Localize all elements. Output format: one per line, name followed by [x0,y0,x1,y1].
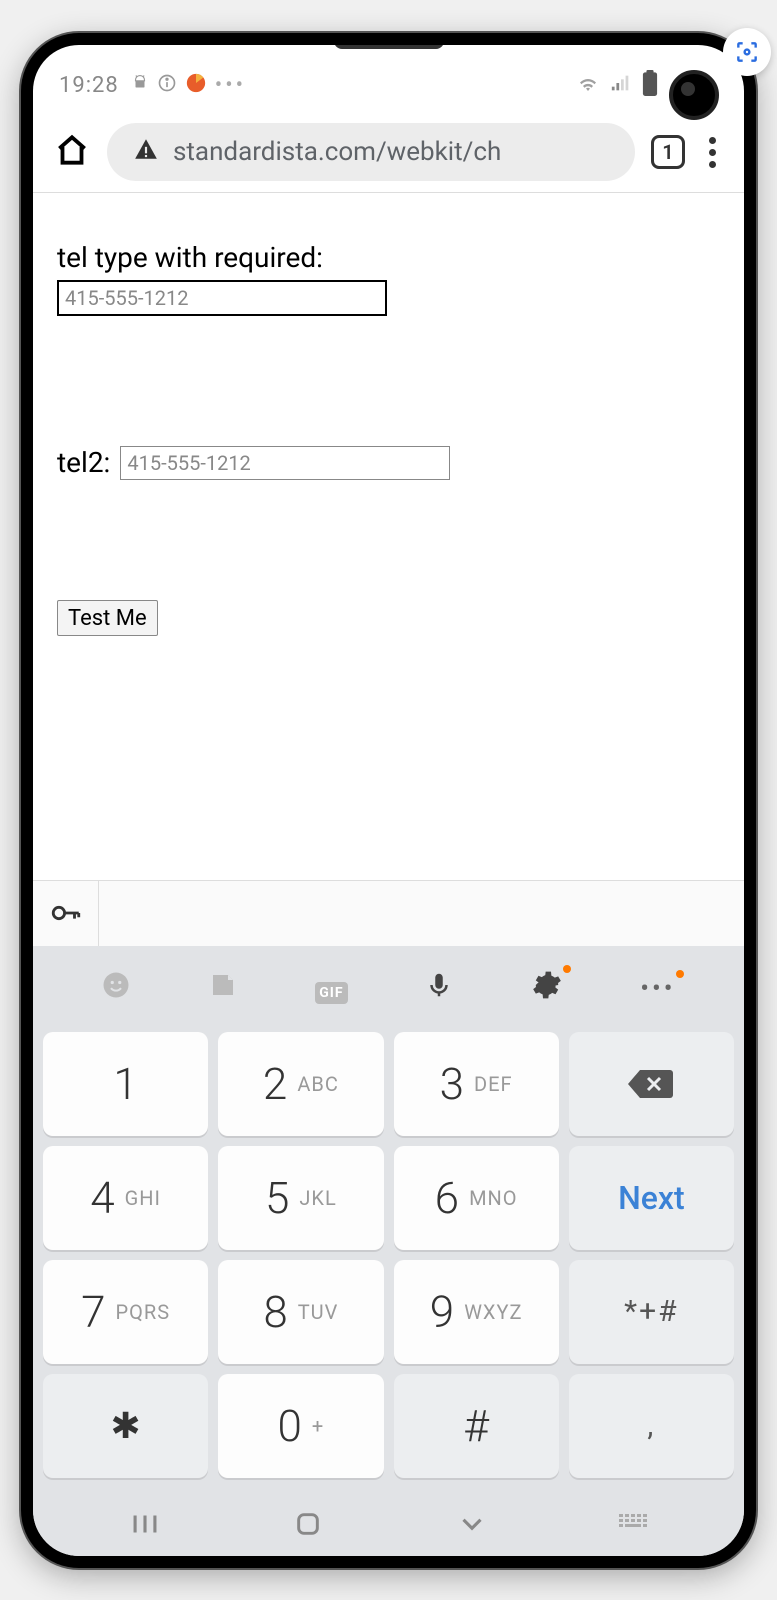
browser-icon [185,72,207,99]
key-next[interactable]: Next [569,1146,734,1250]
tel1-label: tel type with required: [57,241,720,274]
tabs-button[interactable]: 1 [651,135,685,169]
overflow-menu-icon[interactable] [701,137,724,168]
screen: 19:28 ••• standardist [33,45,744,1556]
page-content: tel type with required: 415-555-1212 tel… [33,193,744,880]
wifi-icon [576,71,600,101]
tel2-input[interactable]: 415-555-1212 [120,446,450,480]
recents-button[interactable] [128,1507,162,1545]
key-6[interactable]: 6MNO [394,1146,559,1250]
mic-icon[interactable] [424,968,454,1009]
status-more-icon: ••• [215,73,246,98]
keyboard-toolbar: GIF ••• [33,954,744,1024]
back-button[interactable] [455,1507,489,1545]
speaker-grille [334,45,444,49]
url-text: standardista.com/webkit/ch [173,137,501,167]
key-4[interactable]: 4GHI [43,1146,208,1250]
password-suggestion-bar[interactable] [33,880,744,946]
key-hash[interactable]: # [394,1374,559,1478]
key-icon[interactable] [33,881,99,946]
clock: 19:28 [59,73,119,98]
key-9[interactable]: 9WXYZ [394,1260,559,1364]
insecure-icon [133,136,159,169]
keyboard-more-icon[interactable]: ••• [640,974,675,1004]
sticker-icon[interactable] [208,970,238,1007]
key-star[interactable]: ✱ [43,1374,208,1478]
address-bar[interactable]: standardista.com/webkit/ch [107,123,635,181]
android-icon [131,74,149,97]
battery-icon [642,70,658,102]
key-0[interactable]: 0+ [218,1374,383,1478]
system-nav-bar [33,1496,744,1556]
test-me-button[interactable]: Test Me [57,600,158,636]
home-button[interactable] [292,1508,324,1544]
soft-keyboard: GIF ••• 12ABC3DEF 4GHI5JKL6MNONext 7PQRS8T… [33,946,744,1496]
tel2-label: tel2: [57,446,110,479]
info-icon [157,73,177,98]
key-8[interactable]: 8TUV [218,1260,383,1364]
emoji-icon[interactable] [101,970,131,1007]
browser-toolbar: standardista.com/webkit/ch 1 [33,113,744,193]
key-2[interactable]: 2ABC [218,1032,383,1136]
tel1-input[interactable]: 415-555-1212 [57,280,387,316]
front-camera [669,70,719,120]
key-5[interactable]: 5JKL [218,1146,383,1250]
key-symbols[interactable]: *+# [569,1260,734,1364]
key-backspace[interactable] [569,1032,734,1136]
keyboard-switch-icon[interactable] [619,1512,649,1540]
signal-icon [610,72,632,100]
settings-icon[interactable] [531,969,563,1008]
key-3[interactable]: 3DEF [394,1032,559,1136]
key-1[interactable]: 1 [43,1032,208,1136]
home-icon[interactable] [53,131,91,173]
key-comma[interactable]: , [569,1374,734,1478]
phone-frame: 19:28 ••• standardist [21,33,756,1568]
gif-icon[interactable]: GIF [315,974,347,1004]
status-bar: 19:28 ••• [33,59,744,113]
key-7[interactable]: 7PQRS [43,1260,208,1364]
